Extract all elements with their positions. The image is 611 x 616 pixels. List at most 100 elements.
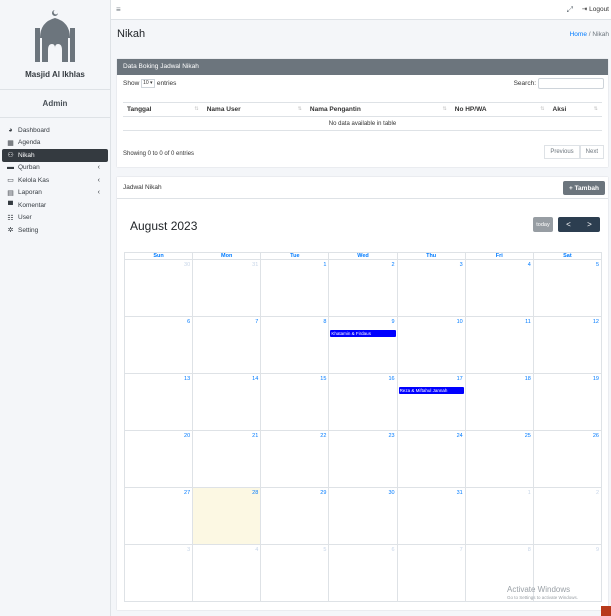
day-number[interactable]: 31 — [457, 490, 463, 496]
calendar-day-cell[interactable]: 23 — [328, 430, 398, 488]
calendar-day-cell[interactable]: 19 — [532, 373, 603, 431]
calendar-day-cell[interactable]: 7 — [192, 316, 262, 374]
next-month-button[interactable]: > — [579, 217, 600, 232]
calendar-day-cell[interactable]: 9 Khatamin & Firdaus — [328, 316, 398, 374]
day-number[interactable]: 23 — [388, 433, 394, 439]
sidebar-item-user[interactable]: ☷ User — [0, 212, 110, 225]
day-number[interactable]: 9 — [596, 547, 599, 553]
day-number[interactable]: 4 — [255, 547, 258, 553]
day-number[interactable]: 9 — [392, 319, 395, 325]
day-number[interactable]: 12 — [593, 319, 599, 325]
day-number[interactable]: 1 — [528, 490, 531, 496]
sidebar-item-qurban[interactable]: ▬ Qurban ‹ — [0, 162, 110, 175]
calendar-day-cell[interactable]: 11 — [464, 316, 534, 374]
calendar-day-cell[interactable]: 26 — [532, 430, 603, 488]
calendar-day-cell[interactable]: 6 — [123, 316, 194, 374]
column-header[interactable]: Nama User ⇅ — [202, 102, 306, 117]
calendar-day-cell[interactable]: 3 — [396, 259, 466, 317]
calendar-day-cell[interactable]: 22 — [260, 430, 330, 488]
calendar-day-cell[interactable]: 30 — [123, 259, 194, 317]
calendar-day-cell[interactable]: 6 — [328, 544, 398, 602]
breadcrumb-home[interactable]: Home — [570, 31, 587, 38]
day-number[interactable]: 30 — [388, 490, 394, 496]
day-number[interactable]: 21 — [252, 433, 258, 439]
sidebar-item-komentar[interactable]: ▀ Komentar — [0, 199, 110, 212]
entries-select[interactable]: 10 ▾ — [141, 79, 156, 88]
day-number[interactable]: 3 — [187, 547, 190, 553]
day-number[interactable]: 6 — [187, 319, 190, 325]
calendar-day-cell[interactable]: 4 — [464, 259, 534, 317]
day-number[interactable]: 19 — [593, 376, 599, 382]
calendar-day-cell[interactable]: 25 — [464, 430, 534, 488]
day-number[interactable]: 1 — [323, 262, 326, 268]
calendar-day-cell[interactable]: 27 — [123, 487, 194, 545]
day-number[interactable]: 16 — [388, 376, 394, 382]
day-number[interactable]: 8 — [323, 319, 326, 325]
calendar-day-cell[interactable]: 5 — [532, 259, 603, 317]
prev-month-button[interactable]: < — [558, 217, 579, 232]
day-number[interactable]: 28 — [252, 490, 258, 496]
calendar-day-cell[interactable]: 3 — [123, 544, 194, 602]
hamburger-menu-icon[interactable]: ≡ — [116, 5, 121, 14]
day-number[interactable]: 30 — [184, 262, 190, 268]
calendar-day-cell[interactable]: 14 — [192, 373, 262, 431]
user-name[interactable]: Admin — [0, 90, 110, 118]
day-number[interactable]: 25 — [525, 433, 531, 439]
calendar-day-cell[interactable]: 31 — [192, 259, 262, 317]
calendar-day-cell[interactable]: 2 — [532, 487, 603, 545]
sidebar-item-setting[interactable]: ✲ Setting — [0, 224, 110, 237]
day-number[interactable]: 7 — [460, 547, 463, 553]
calendar-day-cell[interactable]: 4 — [192, 544, 262, 602]
day-number[interactable]: 26 — [593, 433, 599, 439]
calendar-day-cell[interactable]: 8 — [260, 316, 330, 374]
calendar-day-cell[interactable]: 2 — [328, 259, 398, 317]
calendar-day-cell[interactable]: 17 Reza & Miftahul Jannah — [396, 373, 466, 431]
calendar-day-cell[interactable]: 24 — [396, 430, 466, 488]
column-header[interactable]: Tanggal ⇅ — [123, 102, 203, 117]
calendar-day-cell[interactable]: 13 — [123, 373, 194, 431]
sidebar-item-dashboard[interactable]: ◕ Dashboard — [0, 124, 110, 137]
day-number[interactable]: 10 — [457, 319, 463, 325]
day-number[interactable]: 8 — [528, 547, 531, 553]
day-number[interactable]: 14 — [252, 376, 258, 382]
day-number[interactable]: 5 — [323, 547, 326, 553]
day-number[interactable]: 3 — [460, 262, 463, 268]
add-button[interactable]: + Tambah — [563, 181, 605, 195]
day-number[interactable]: 2 — [392, 262, 395, 268]
calendar-day-cell[interactable]: 1 — [260, 259, 330, 317]
day-number[interactable]: 7 — [255, 319, 258, 325]
sidebar-item-kelola-kas[interactable]: ▭ Kelola Kas ‹ — [0, 174, 110, 187]
previous-page-button[interactable]: Previous — [544, 145, 580, 159]
calendar-day-cell[interactable]: 12 — [532, 316, 603, 374]
calendar-day-cell[interactable]: 15 — [260, 373, 330, 431]
day-number[interactable]: 5 — [596, 262, 599, 268]
day-number[interactable]: 20 — [184, 433, 190, 439]
column-header[interactable]: No HP/WA ⇅ — [450, 102, 549, 117]
calendar-day-cell[interactable]: 20 — [123, 430, 194, 488]
calendar-day-cell[interactable]: 28 — [192, 487, 262, 545]
calendar-event[interactable]: Reza & Miftahul Jannah — [398, 387, 464, 394]
day-number[interactable]: 31 — [252, 262, 258, 268]
search-input[interactable] — [538, 78, 604, 89]
day-number[interactable]: 29 — [320, 490, 326, 496]
calendar-day-cell[interactable]: 29 — [260, 487, 330, 545]
today-button[interactable]: today — [533, 217, 553, 232]
sidebar-item-laporan[interactable]: ▤ Laporan ‹ — [0, 187, 110, 200]
day-number[interactable]: 15 — [320, 376, 326, 382]
logout-link[interactable]: ⇥ Logout — [582, 5, 609, 13]
sidebar-item-nikah[interactable]: ⚇ Nikah — [2, 149, 108, 162]
day-number[interactable]: 13 — [184, 376, 190, 382]
calendar-day-cell[interactable]: 7 — [396, 544, 466, 602]
calendar-day-cell[interactable]: 21 — [192, 430, 262, 488]
day-number[interactable]: 11 — [525, 319, 531, 325]
day-number[interactable]: 4 — [528, 262, 531, 268]
day-number[interactable]: 27 — [184, 490, 190, 496]
day-number[interactable]: 22 — [320, 433, 326, 439]
calendar-day-cell[interactable]: 16 — [328, 373, 398, 431]
calendar-day-cell[interactable]: 10 — [396, 316, 466, 374]
fullscreen-icon[interactable]: ⤢ — [567, 5, 573, 15]
column-header[interactable]: Nama Pengantin ⇅ — [305, 102, 451, 117]
calendar-day-cell[interactable]: 5 — [260, 544, 330, 602]
next-page-button[interactable]: Next — [579, 145, 604, 159]
day-number[interactable]: 24 — [457, 433, 463, 439]
